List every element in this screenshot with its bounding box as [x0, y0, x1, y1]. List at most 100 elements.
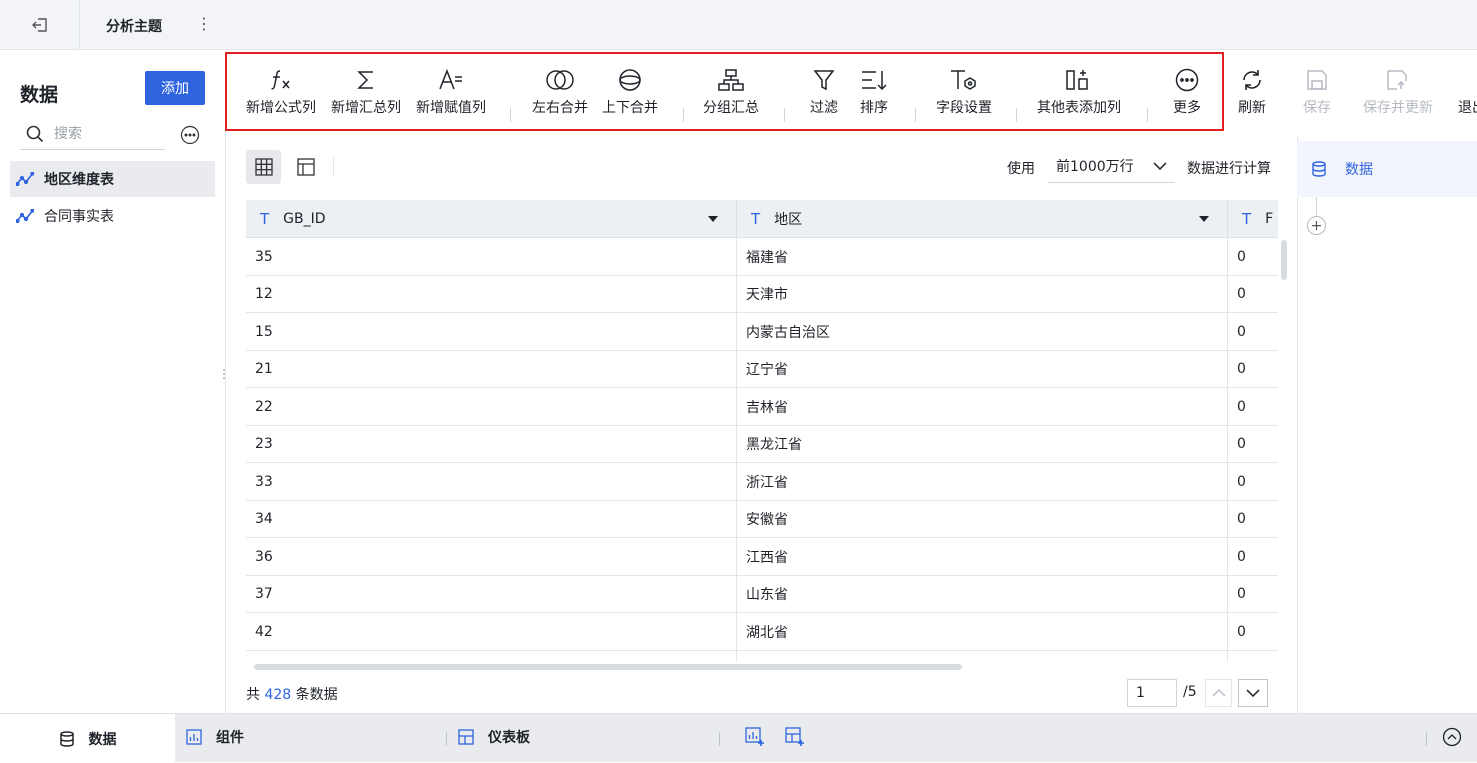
tab-dashboard[interactable]: 仪表板	[458, 727, 530, 747]
step-data[interactable]: 数据	[1297, 141, 1477, 197]
table-cell[interactable]: 0	[1228, 463, 1278, 500]
table-cell[interactable]: 15	[246, 313, 737, 350]
table-cell[interactable]: 43	[246, 650, 737, 662]
table-row[interactable]: 22 吉林省 0	[246, 388, 1278, 426]
add-step-button[interactable]: +	[1307, 216, 1326, 235]
save-button[interactable]: 保存	[1303, 63, 1331, 117]
table-cell[interactable]: 22	[246, 388, 737, 425]
column-header[interactable]: T F	[1228, 200, 1278, 238]
table-cell[interactable]: 安徽省	[737, 500, 1228, 538]
table-cell[interactable]: 山东省	[737, 575, 1228, 613]
text-type-icon: T	[751, 209, 761, 228]
more-options-icon[interactable]	[180, 125, 200, 145]
line-chart-icon	[16, 172, 34, 186]
table-cell[interactable]: 0	[1228, 313, 1278, 350]
back-button[interactable]	[0, 0, 80, 50]
table-item-contract-fact[interactable]: 合同事实表	[10, 198, 215, 234]
bar-chart-icon	[186, 729, 202, 745]
total-prefix: 共	[246, 687, 260, 703]
search-icon	[26, 125, 44, 143]
table-row[interactable]: 34 安徽省 0	[246, 500, 1278, 538]
table-cell[interactable]: 湖北省	[737, 613, 1228, 650]
table-cell[interactable]: 天津市	[737, 275, 1228, 313]
page-number-input[interactable]: 1	[1127, 679, 1177, 707]
table-cell[interactable]: 37	[246, 575, 737, 613]
toolbar-label: 保存	[1303, 100, 1331, 116]
table-cell[interactable]: 0	[1228, 238, 1278, 275]
table-cell[interactable]: 33	[246, 463, 737, 500]
table-cell[interactable]: 辽宁省	[737, 350, 1228, 388]
table-row[interactable]: 12 天津市 0	[246, 275, 1278, 313]
table-cell[interactable]: 0	[1228, 426, 1278, 463]
column-header[interactable]: T GB_ID	[246, 200, 737, 238]
collapse-up-icon[interactable]	[1442, 727, 1462, 747]
table-row[interactable]: 37 山东省 0	[246, 575, 1278, 613]
table-cell[interactable]: 21	[246, 350, 737, 388]
table-cell[interactable]: 湖南省	[737, 650, 1228, 662]
previous-page-button[interactable]	[1205, 679, 1232, 707]
tab-data[interactable]: 数据	[0, 714, 175, 763]
page-total: /5	[1183, 684, 1197, 700]
column-header[interactable]: T 地区	[737, 200, 1228, 238]
table-row[interactable]: 36 江西省 0	[246, 538, 1278, 576]
table-row[interactable]: 42 湖北省 0	[246, 613, 1278, 651]
table-cell[interactable]: 0	[1228, 613, 1278, 650]
bottom-tab-bar: 数据 组件 仪表板	[0, 713, 1477, 763]
table-cell[interactable]: 0	[1228, 538, 1278, 575]
data-table: T GB_ID T 地区 T F 35 福建省 0 12 天津市 0 15 内蒙古自治区 0 21…	[246, 200, 1278, 662]
caret-down-icon[interactable]	[708, 216, 718, 222]
theme-title[interactable]: 分析主题	[106, 16, 162, 36]
data-sidebar: 数据 添加 地区维度表 合同事实表	[0, 51, 226, 713]
total-count: 428	[264, 687, 292, 703]
tab-dashboard-label: 仪表板	[488, 730, 530, 746]
table-cell[interactable]: 浙江省	[737, 463, 1228, 500]
save-update-icon	[1387, 70, 1407, 90]
next-page-button[interactable]	[1238, 679, 1268, 707]
add-component-icon[interactable]	[745, 727, 765, 747]
step-data-label: 数据	[1345, 162, 1373, 178]
table-cell[interactable]: 0	[1228, 576, 1278, 613]
table-row[interactable]: 35 福建省 0	[246, 238, 1278, 276]
save-and-update-button[interactable]: 保存并更新	[1363, 63, 1433, 117]
table-cell[interactable]: 内蒙古自治区	[737, 313, 1228, 350]
table-cell[interactable]: 0	[1228, 351, 1278, 388]
exit-button[interactable]: 退出	[1458, 63, 1477, 117]
table-row[interactable]: 33 浙江省 0	[246, 463, 1278, 501]
table-cell[interactable]: 34	[246, 500, 737, 538]
table-cell[interactable]: 福建省	[737, 238, 1228, 275]
pivot-view-toggle[interactable]	[288, 150, 323, 184]
theme-menu-icon[interactable]: ⋮	[196, 14, 212, 33]
table-cell[interactable]: 12	[246, 275, 737, 313]
table-row[interactable]: 15 内蒙古自治区 0	[246, 313, 1278, 351]
tab-components[interactable]: 组件	[186, 727, 244, 747]
table-cell[interactable]: 黑龙江省	[737, 425, 1228, 463]
table-cell[interactable]: 36	[246, 538, 737, 575]
vertical-scrollbar[interactable]	[1281, 240, 1287, 280]
table-cell[interactable]: 0	[1228, 501, 1278, 538]
grid-view-toggle[interactable]	[246, 150, 281, 184]
search-input[interactable]	[54, 126, 154, 142]
table-cell[interactable]: 0	[1228, 388, 1278, 425]
add-button[interactable]: 添加	[145, 71, 205, 105]
table-cell[interactable]: 42	[246, 613, 737, 650]
row-limit-select[interactable]: 前1000万行	[1048, 150, 1175, 183]
table-row[interactable]: 43湖南省0	[246, 650, 1278, 662]
refresh-button[interactable]: 刷新	[1238, 63, 1266, 117]
horizontal-scrollbar[interactable]	[254, 664, 962, 670]
table-row[interactable]: 23 黑龙江省 0	[246, 425, 1278, 463]
table-cell[interactable]: 35	[246, 238, 737, 275]
search-box[interactable]	[20, 119, 165, 150]
layout-icon	[296, 158, 315, 176]
table-item-region-dimension[interactable]: 地区维度表	[10, 161, 215, 197]
table-row[interactable]: 21 辽宁省 0	[246, 350, 1278, 388]
text-type-icon: T	[260, 209, 270, 228]
table-cell[interactable]: 吉林省	[737, 388, 1228, 425]
table-cell[interactable]: 0	[1228, 276, 1278, 313]
line-chart-icon	[16, 209, 34, 223]
table-cell[interactable]: 江西省	[737, 538, 1228, 575]
toolbar-highlight-box	[225, 52, 1224, 131]
table-cell[interactable]: 0	[1228, 651, 1278, 662]
caret-down-icon[interactable]	[1199, 216, 1209, 222]
table-cell[interactable]: 23	[246, 425, 737, 463]
add-dashboard-icon[interactable]	[785, 727, 805, 747]
